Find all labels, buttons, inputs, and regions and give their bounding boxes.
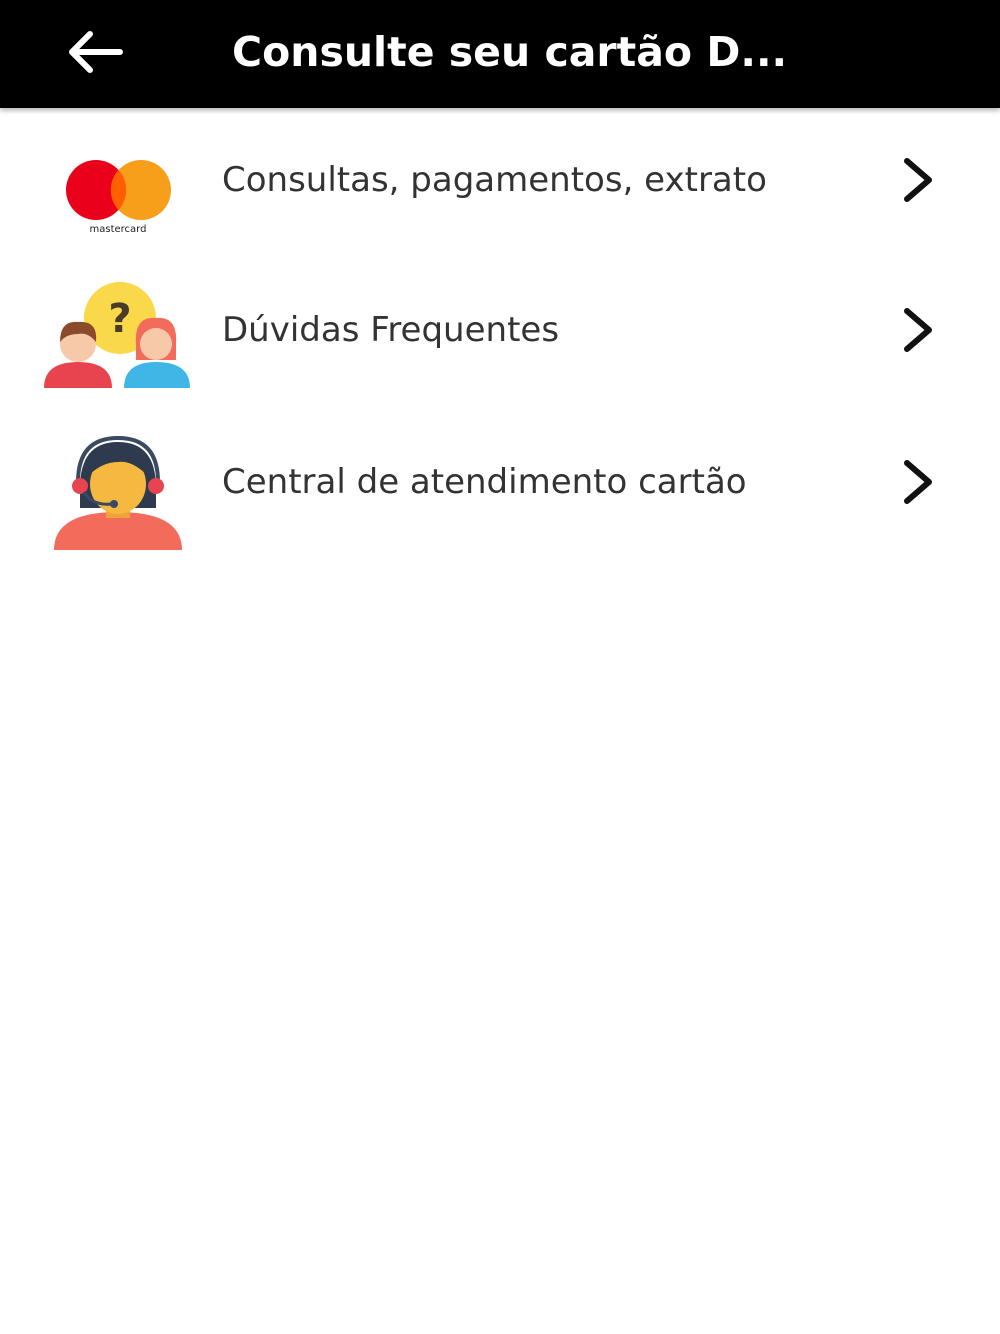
menu-item-central[interactable]: Central de atendimento cartão [0, 422, 1000, 572]
page-title: Consulte seu cartão D... [232, 28, 788, 76]
support-agent-icon [54, 435, 182, 550]
menu-item-label: Central de atendimento cartão [222, 462, 747, 502]
chevron-right-icon [904, 308, 932, 352]
mastercard-logo: mastercard [66, 160, 171, 235]
top-app-bar: Consulte seu cartão D... [0, 0, 1000, 108]
app-screen: Consulte seu cartão D... mastercard Cons… [0, 0, 1000, 1334]
menu-item-consultas[interactable]: mastercard Consultas, pagamentos, extrat… [0, 120, 1000, 270]
menu-item-label: Consultas, pagamentos, extrato [222, 160, 767, 200]
menu-item-label: Dúvidas Frequentes [222, 310, 560, 350]
faq-people-icon: ? [44, 282, 190, 388]
arrow-left-icon [69, 31, 123, 73]
mastercard-wordmark: mastercard [90, 224, 147, 235]
menu-item-duvidas[interactable]: ? Dúvidas Frequentes [0, 270, 1000, 420]
back-button[interactable] [52, 14, 136, 90]
chevron-right-icon [904, 460, 932, 504]
chevron-right-icon [904, 158, 932, 202]
svg-text:?: ? [108, 296, 131, 342]
